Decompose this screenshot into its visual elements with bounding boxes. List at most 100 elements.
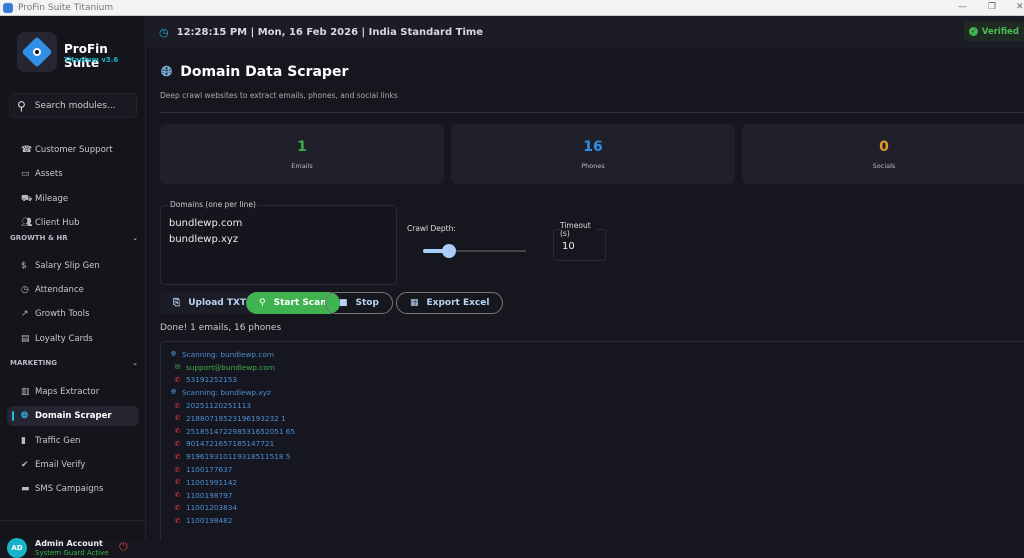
log-line-phone: ✆ 11001991142 bbox=[174, 477, 238, 487]
sidebar-item-label: Customer Support bbox=[35, 145, 113, 155]
avatar[interactable]: AD bbox=[7, 538, 27, 558]
stat-card-emails: 1 Emails bbox=[160, 124, 444, 184]
scan-log: 🌐︎ Scanning: bundlewp.com ✉ support@bundlew… bbox=[160, 341, 1024, 540]
phone-icon: ✆ bbox=[174, 439, 181, 448]
dollar-icon: $ bbox=[21, 261, 27, 271]
sidebar-item-label: Growth Tools bbox=[35, 309, 90, 319]
check-badge-icon: ✔ bbox=[21, 460, 29, 470]
section-header[interactable]: MARKETING ⌄ bbox=[10, 359, 138, 367]
map-icon: ▥ bbox=[21, 387, 30, 397]
phone-icon: ✆ bbox=[174, 465, 181, 474]
upload-txt-button[interactable]: ⎘ Upload TXT bbox=[160, 292, 260, 314]
phone-icon: ✆ bbox=[174, 401, 181, 410]
log-line-phone: ✆ 9014721657185147721 bbox=[174, 439, 275, 449]
card-icon: ▤ bbox=[21, 334, 30, 344]
traffic-icon: ▮ bbox=[21, 436, 26, 446]
phone-icon: ✆ bbox=[174, 452, 181, 461]
sidebar-item-growth-tools[interactable]: ↗ Growth Tools bbox=[0, 304, 146, 324]
sidebar-item-sms-campaigns[interactable]: ▬ SMS Campaigns bbox=[0, 479, 146, 499]
stat-value: 16 bbox=[583, 139, 603, 155]
log-line-phone: ✆ 53191252153 bbox=[174, 375, 238, 385]
sidebar-item-label: Loyalty Cards bbox=[35, 334, 93, 344]
clock-icon: ◷ bbox=[21, 285, 29, 295]
stop-button[interactable]: ■ Stop bbox=[325, 292, 393, 314]
sidebar-item-label: SMS Campaigns bbox=[35, 484, 104, 494]
minimize-icon[interactable]: — bbox=[958, 2, 967, 12]
sidebar-item-label: Mileage bbox=[35, 194, 69, 204]
message-icon: ▬ bbox=[21, 484, 30, 494]
maximize-icon[interactable]: ❐ bbox=[988, 2, 996, 12]
stat-card-phones: 16 Phones bbox=[451, 124, 735, 184]
sidebar-item-maps-extractor[interactable]: ▥ Maps Extractor bbox=[0, 382, 146, 402]
page-subtitle: Deep crawl websites to extract emails, p… bbox=[160, 91, 398, 100]
sidebar-item-email-verify[interactable]: ✔ Email Verify bbox=[0, 455, 146, 475]
sidebar: ProFin Suite Titanium v3.6 ⚲ Search modul… bbox=[0, 16, 146, 558]
app-logo bbox=[17, 32, 57, 72]
status-text: Done! 1 emails, 16 phones bbox=[160, 323, 282, 333]
chevron-down-icon[interactable]: ⌄ bbox=[132, 359, 138, 367]
log-line-phone: ✆ 11001203834 bbox=[174, 503, 238, 513]
search-icon: ⚲ bbox=[259, 298, 266, 308]
sidebar-item-customer-support[interactable]: ☎ Customer Support bbox=[0, 140, 146, 160]
user-status: System Guard Active bbox=[35, 549, 109, 557]
sidebar-item-traffic-gen[interactable]: ▮ Traffic Gen bbox=[0, 431, 146, 451]
sidebar-item-loyalty-cards[interactable]: ▤ Loyalty Cards bbox=[0, 329, 146, 349]
phone-icon: ✆ bbox=[174, 491, 181, 500]
window-title: ProFin Suite Titanium bbox=[18, 2, 114, 13]
sidebar-item-salary-slip-gen[interactable]: $ Salary Slip Gen bbox=[0, 256, 146, 276]
power-icon[interactable]: ⏻ bbox=[119, 540, 128, 554]
headset-icon: ☎ bbox=[21, 145, 33, 155]
header-bar: ◷ 12:28:15 PM | Mon, 16 Feb 2026 | India… bbox=[147, 16, 1024, 48]
sidebar-item-label: Email Verify bbox=[35, 460, 86, 470]
stat-value: 1 bbox=[297, 139, 307, 155]
sidebar-item-label: Traffic Gen bbox=[35, 436, 81, 446]
slider-thumb[interactable] bbox=[441, 244, 456, 258]
log-line-scan: 🌐︎ Scanning: bundlewp.xyz bbox=[170, 388, 271, 398]
timeout-label: Timeout (s) bbox=[560, 222, 596, 238]
sidebar-item-mileage[interactable]: ⛟ Mileage bbox=[0, 189, 146, 209]
window-titlebar: ProFin Suite Titanium — ❐ ✕ bbox=[0, 0, 1024, 16]
domains-label: Domains (one per line) bbox=[168, 200, 258, 209]
sidebar-item-attendance[interactable]: ◷ Attendance bbox=[0, 280, 146, 300]
sidebar-item-label: Salary Slip Gen bbox=[35, 261, 100, 271]
car-icon: ⛟ bbox=[21, 193, 33, 204]
globe-icon: 🌐︎ bbox=[170, 388, 177, 397]
laptop-icon: ▭ bbox=[21, 169, 30, 179]
clock-icon: ◷ bbox=[159, 25, 169, 39]
domains-textarea[interactable]: Domains (one per line) bundlewp.com bund… bbox=[160, 200, 397, 285]
close-icon[interactable]: ✕ bbox=[1016, 2, 1024, 12]
stat-card-socials: 0 Socials bbox=[742, 124, 1024, 184]
phone-icon: ✆ bbox=[174, 375, 181, 384]
app-icon bbox=[3, 2, 13, 13]
verified-badge: ✓ Verified bbox=[963, 22, 1024, 41]
timeout-field[interactable]: Timeout (s) 10 bbox=[553, 222, 606, 261]
crawl-depth-slider[interactable] bbox=[423, 244, 526, 258]
file-upload-icon: ⎘ bbox=[173, 298, 181, 308]
domains-value[interactable]: bundlewp.com bundlewp.xyz bbox=[169, 216, 242, 248]
sidebar-item-label: Assets bbox=[35, 169, 63, 179]
log-line-email: ✉ support@bundlewp.com bbox=[174, 362, 275, 372]
phone-icon: ✆ bbox=[174, 478, 181, 487]
sidebar-item-assets[interactable]: ▭ Assets bbox=[0, 164, 146, 184]
trending-icon: ↗ bbox=[21, 309, 29, 319]
section-header[interactable]: GROWTH & HR ⌄ bbox=[10, 234, 138, 242]
table-icon: ▦ bbox=[410, 298, 419, 308]
search-icon: ⚲ bbox=[17, 98, 26, 113]
sidebar-item-domain-scraper[interactable]: 🌐︎ Domain Scraper bbox=[7, 406, 139, 426]
log-line-phone: ✆ 919619310119318511518 5 bbox=[174, 452, 291, 462]
envelope-icon: ✉ bbox=[174, 363, 181, 372]
log-line-phone: ✆ 1100177637 bbox=[174, 465, 233, 475]
chevron-down-icon[interactable]: ⌄ bbox=[132, 234, 138, 242]
stat-label: Socials bbox=[872, 162, 896, 170]
sidebar-item-client-hub[interactable]: 👥︎ Client Hub bbox=[0, 213, 146, 233]
check-icon: ✓ bbox=[968, 27, 978, 36]
search-input[interactable]: ⚲ Search modules... bbox=[9, 93, 137, 118]
phone-icon: ✆ bbox=[174, 503, 181, 512]
export-excel-button[interactable]: ▦ Export Excel bbox=[396, 292, 504, 314]
log-line-phone: ✆ 21880718523196193232 1 bbox=[174, 413, 286, 423]
stat-label: Emails bbox=[291, 162, 313, 170]
phone-icon: ✆ bbox=[174, 427, 181, 436]
stat-label: Phones bbox=[581, 162, 605, 170]
sidebar-item-label: Maps Extractor bbox=[35, 387, 100, 397]
log-line-phone: ✆ 1100198797 bbox=[174, 490, 233, 500]
